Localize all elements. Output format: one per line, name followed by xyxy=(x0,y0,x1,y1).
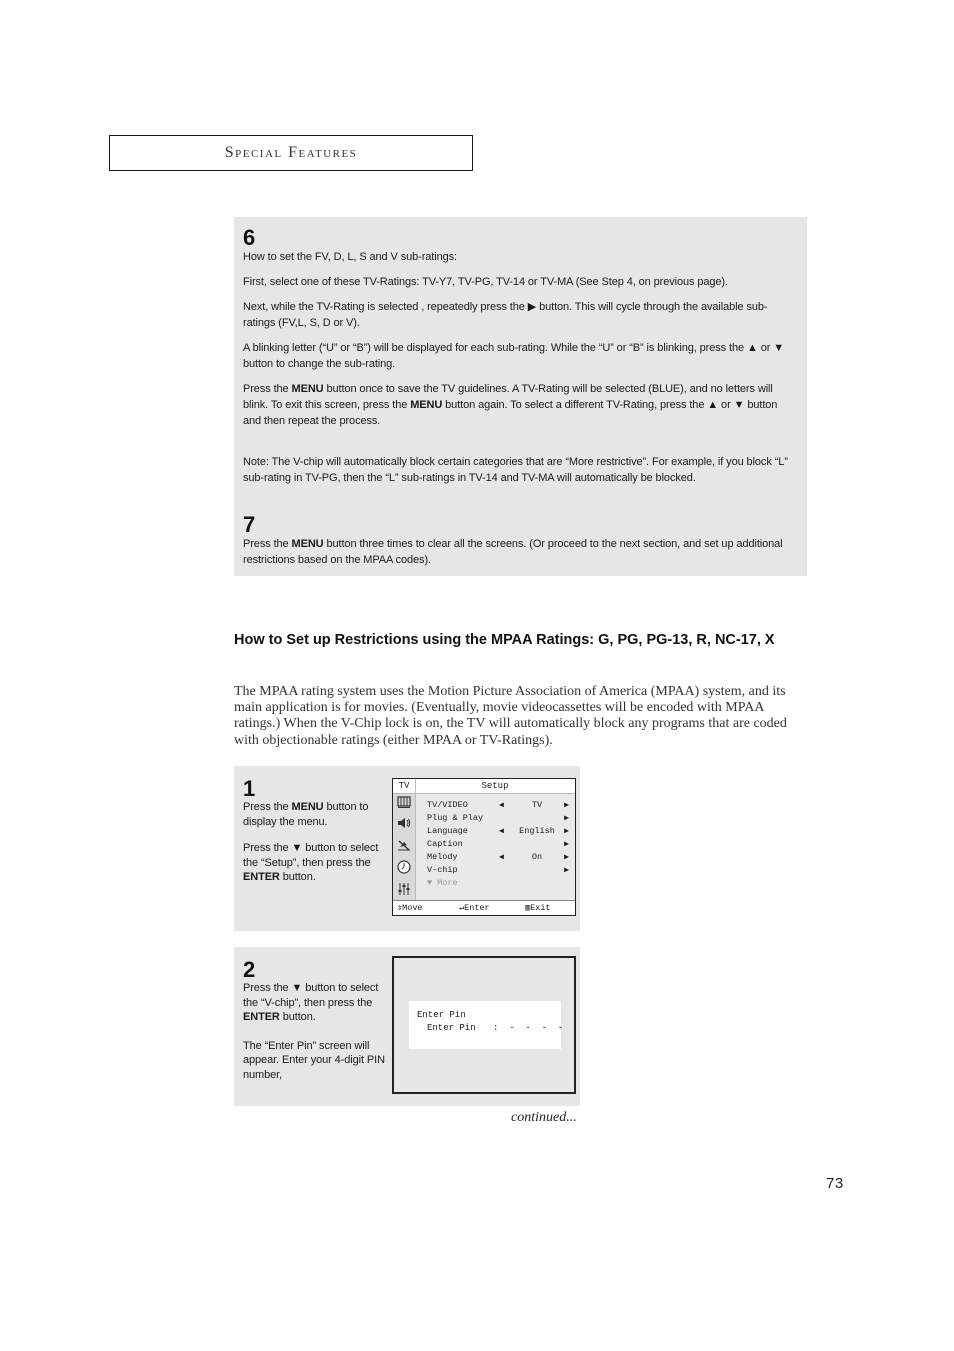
setup-menu-screen: TV Setup TV/VIDEO ◀ TV ▶ Plug & Play ▶ L… xyxy=(392,778,576,916)
left-arrow-icon: ◀ xyxy=(499,827,504,836)
step-number-1: 1 xyxy=(243,776,256,801)
menu-button-label: MENU xyxy=(291,801,324,813)
step1-line1: Press the MENU button to display the men… xyxy=(243,800,388,829)
text: Press the xyxy=(243,982,292,994)
text: button. xyxy=(279,1011,316,1023)
pin-field-label: Enter Pin xyxy=(427,1023,476,1033)
menu-button-label: MENU xyxy=(291,383,324,395)
osd-row-more[interactable]: ▼ More xyxy=(427,877,569,890)
text: button. xyxy=(279,871,316,883)
enter-button-label: ENTER xyxy=(243,871,280,883)
menu-button-label: MENU xyxy=(410,399,443,411)
left-arrow-icon: ◀ xyxy=(499,801,504,810)
menu-button-label: MENU xyxy=(291,538,324,550)
up-arrow-icon: ▲ xyxy=(707,399,719,411)
step-number-7: 7 xyxy=(243,512,256,537)
osd-row-plug-play[interactable]: Plug & Play ▶ xyxy=(427,812,569,825)
row-label: V-chip xyxy=(427,865,458,875)
step6-first: First, select one of these TV-Ratings: T… xyxy=(243,276,728,288)
right-arrow-icon: ▶ xyxy=(564,801,569,810)
down-arrow-icon: ▼ xyxy=(773,342,785,354)
right-arrow-icon: ▶ xyxy=(564,840,569,849)
step-2-panel: 2 Press the ▼ button to select the “V-ch… xyxy=(234,947,580,1106)
enter-button-label: ENTER xyxy=(243,1011,280,1023)
right-arrow-icon: ▶ xyxy=(564,814,569,823)
down-arrow-icon: ▼ xyxy=(291,842,303,854)
osd-title: Setup xyxy=(415,779,575,794)
move-label: Move xyxy=(402,903,423,913)
step-1-panel: 1 Press the MENU button to display the m… xyxy=(234,766,580,931)
step6-next: Next, while the TV-Rating is selected , … xyxy=(243,299,795,331)
setup-icon xyxy=(396,882,412,898)
move-hint: ⇕Move xyxy=(397,901,423,915)
step-number-2: 2 xyxy=(243,957,256,982)
text: A blinking letter (“U” or “B”) will be d… xyxy=(243,342,747,354)
right-arrow-icon: ▶ xyxy=(564,827,569,836)
picture-icon xyxy=(396,796,412,812)
right-arrow-icon: ▶ xyxy=(564,853,569,862)
step2-line1: Press the ▼ button to select the “V-chip… xyxy=(243,981,388,1025)
osd-row-melody[interactable]: Melody ◀ On ▶ xyxy=(427,851,569,864)
section-heading: How to Set up Restrictions using the MPA… xyxy=(234,632,775,648)
sound-icon xyxy=(396,817,412,833)
text: or xyxy=(718,399,734,411)
row-value: TV xyxy=(531,800,543,810)
osd-footer: ⇕Move ↵Enter ▥Exit xyxy=(393,900,575,915)
text: Press the xyxy=(243,538,292,550)
step6-intro: How to set the FV, D, L, S and V sub-rat… xyxy=(243,251,457,263)
down-arrow-icon: ▼ xyxy=(291,982,303,994)
continued-note: continued... xyxy=(511,1110,577,1125)
osd-row-language[interactable]: Language ◀ English ▶ xyxy=(427,825,569,838)
row-label: Melody xyxy=(427,852,458,862)
step1-line2: Press the ▼ button to select the “Setup”… xyxy=(243,841,388,885)
up-arrow-icon: ▲ xyxy=(746,342,758,354)
channel-icon xyxy=(396,839,412,855)
pin-input[interactable]: : - - - - xyxy=(493,1022,563,1034)
down-arrow-icon: ▼ xyxy=(733,399,745,411)
text: Press the xyxy=(243,801,292,813)
enter-hint: ↵Enter xyxy=(459,901,490,915)
text: button three times to clear all the scre… xyxy=(243,538,783,566)
osd-source-label: TV xyxy=(393,779,415,794)
left-arrow-icon: ◀ xyxy=(499,853,504,862)
text: button to change the sub-rating. xyxy=(243,358,396,370)
enter-pin-screen: Enter Pin Enter Pin : - - - - xyxy=(392,956,576,1094)
pin-dialog: Enter Pin Enter Pin : - - - - xyxy=(409,1001,563,1049)
text: Press the xyxy=(243,383,292,395)
text: Next, while the TV-Rating is selected , … xyxy=(243,301,528,313)
text: Press the xyxy=(243,842,292,854)
step6-menu: Press the MENU button once to save the T… xyxy=(243,381,795,429)
row-label: Caption xyxy=(427,839,463,849)
osd-row-tv-video[interactable]: TV/VIDEO ◀ TV ▶ xyxy=(427,799,569,812)
exit-hint: ▥Exit xyxy=(525,901,551,915)
osd-row-caption[interactable]: Caption ▶ xyxy=(427,838,569,851)
step6-blinking: A blinking letter (“U” or “B”) will be d… xyxy=(243,340,795,372)
row-label: Language xyxy=(427,826,468,836)
clock-icon xyxy=(396,860,412,876)
page-number: 73 xyxy=(826,1175,844,1192)
row-label: TV/VIDEO xyxy=(427,800,468,810)
row-label: Plug & Play xyxy=(427,813,484,823)
step2-line2: The “Enter Pin” screen will appear. Ente… xyxy=(243,1039,385,1081)
step-number-6: 6 xyxy=(243,225,256,250)
pin-dialog-title: Enter Pin xyxy=(417,1010,466,1020)
exit-label: Exit xyxy=(530,903,551,913)
right-arrow-icon: ▶ xyxy=(564,866,569,875)
step6-note: Note: The V-chip will automatically bloc… xyxy=(243,456,788,484)
section-header-title: Special Features xyxy=(224,144,358,161)
row-value: English xyxy=(519,826,555,836)
enter-label: Enter xyxy=(464,903,490,913)
osd-row-v-chip[interactable]: V-chip ▶ xyxy=(427,864,569,877)
text: button again. To select a different TV-R… xyxy=(442,399,708,411)
section-body: The MPAA rating system uses the Motion P… xyxy=(234,684,787,748)
step7-text: Press the MENU button three times to cle… xyxy=(243,536,795,568)
right-arrow-icon: ▶ xyxy=(527,301,537,313)
text: or xyxy=(757,342,774,354)
steps-6-7-panel: 6 How to set the FV, D, L, S and V sub-r… xyxy=(234,217,807,576)
row-label: ▼ More xyxy=(427,878,458,888)
row-value: On xyxy=(531,852,543,862)
section-header-box: Special Features xyxy=(109,135,473,171)
osd-menu-list: TV/VIDEO ◀ TV ▶ Plug & Play ▶ Language ◀… xyxy=(416,794,575,900)
